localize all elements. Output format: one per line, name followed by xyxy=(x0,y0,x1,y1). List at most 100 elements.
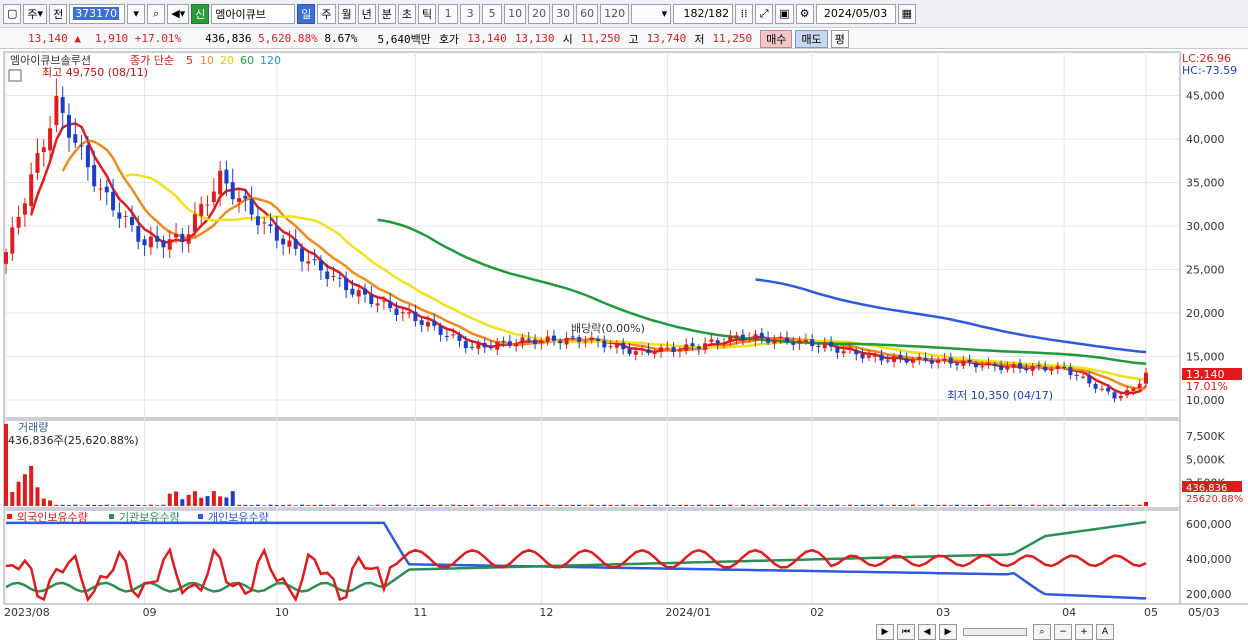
candle-body xyxy=(287,240,292,247)
candle-body xyxy=(180,233,185,242)
minus-icon[interactable]: − xyxy=(1054,624,1072,640)
first-icon[interactable]: ⏮ xyxy=(897,624,915,640)
period-month[interactable]: 월 xyxy=(337,3,356,24)
volume-bar xyxy=(614,505,619,506)
legend-ma5: 5 xyxy=(186,54,193,67)
candle-body xyxy=(470,346,475,348)
interval-20[interactable]: 20 xyxy=(528,3,551,24)
speaker-icon[interactable]: ◀▾ xyxy=(167,3,190,24)
candle-body xyxy=(281,238,286,245)
buy-button[interactable]: 매수 xyxy=(760,29,793,48)
candle-body xyxy=(300,248,305,262)
candle-body xyxy=(331,275,336,277)
sell-button[interactable]: 매도 xyxy=(795,29,828,48)
plus-icon[interactable]: + xyxy=(1075,624,1093,640)
prev-icon[interactable]: ◀ xyxy=(918,624,936,640)
interval-5[interactable]: 5 xyxy=(482,3,503,24)
candle-body xyxy=(432,320,437,326)
candle-body xyxy=(797,340,802,344)
volume-bar xyxy=(199,497,204,506)
high-annotation: 최고 49,750 (08/11) xyxy=(42,66,148,79)
period-second[interactable]: 초 xyxy=(397,3,417,24)
chart-area[interactable]: 엠아이큐브솔루션 종가 단순 5 10 20 60 120 최고 49,750 … xyxy=(0,50,1248,622)
volume-bar xyxy=(892,504,897,506)
candle-body xyxy=(671,347,676,353)
scroll-right-icon[interactable]: ▶ xyxy=(876,624,894,640)
interval-3[interactable]: 3 xyxy=(460,3,481,24)
volume-bar xyxy=(640,504,645,506)
volume-bar xyxy=(715,504,720,506)
calendar-icon[interactable]: ▦ xyxy=(897,3,916,24)
volume-bar xyxy=(608,504,613,506)
volume-bar xyxy=(841,505,846,506)
volume-bar xyxy=(249,505,254,506)
volume-bar xyxy=(539,505,544,506)
market-select[interactable]: 주 ▾ xyxy=(23,3,48,24)
next-icon[interactable]: ▶ xyxy=(939,624,957,640)
period-week[interactable]: 주 xyxy=(317,3,336,24)
candle-body xyxy=(1011,364,1016,368)
interval-1[interactable]: 1 xyxy=(438,3,459,24)
volume-bar xyxy=(224,497,229,506)
search-icon[interactable]: ⌕ xyxy=(147,3,166,24)
eval-button[interactable]: 평 xyxy=(830,29,849,48)
volume-bar xyxy=(791,504,796,506)
save-icon[interactable]: ▣ xyxy=(775,3,794,24)
interval-30[interactable]: 30 xyxy=(552,3,575,24)
current-volume-label: 436,836 xyxy=(1186,483,1227,494)
volume-bar xyxy=(1087,505,1092,506)
volume-tick-label: 5,000K xyxy=(1186,453,1225,466)
candle-body xyxy=(873,355,878,357)
candle-body xyxy=(860,354,865,359)
candle-body xyxy=(1030,366,1035,371)
window-icon[interactable]: ▢ xyxy=(3,3,22,24)
grid-icon[interactable]: ⁞⁞ xyxy=(735,3,754,24)
candle-body xyxy=(677,349,682,352)
candle-body xyxy=(602,340,607,348)
volume-bar xyxy=(709,504,714,506)
date-input[interactable]: 2024/05/03 xyxy=(815,3,896,24)
volume-bar xyxy=(690,505,695,506)
scroll-slider[interactable] xyxy=(963,628,1027,636)
candle-body xyxy=(400,312,405,314)
period-day[interactable]: 일 xyxy=(297,3,316,24)
stock-code-input[interactable]: 373170 xyxy=(69,3,126,24)
candle-body xyxy=(822,343,827,349)
volume-bar xyxy=(929,505,934,506)
data-count-field[interactable]: 182/182 xyxy=(673,3,734,24)
prev-select[interactable]: 전 xyxy=(49,3,68,24)
volume-bar xyxy=(696,504,701,506)
volume-bar xyxy=(936,504,941,506)
interval-10[interactable]: 10 xyxy=(504,3,527,24)
legend-ma120: 120 xyxy=(260,54,281,67)
stock-name-field[interactable]: 엠아이큐브 xyxy=(211,3,296,24)
table-icon[interactable] xyxy=(8,69,22,82)
volume-bar xyxy=(784,504,789,506)
font-icon[interactable]: A xyxy=(1096,624,1114,640)
period-minute[interactable]: 분 xyxy=(377,3,396,24)
candle-body xyxy=(381,300,386,302)
gear-icon[interactable]: ⚙ xyxy=(795,3,814,24)
period-tick[interactable]: 틱 xyxy=(418,3,437,24)
candle-body xyxy=(778,336,783,338)
period-year[interactable]: 년 xyxy=(357,3,376,24)
x-axis-label: 02 xyxy=(810,606,824,619)
interval-120[interactable]: 120 xyxy=(600,3,630,24)
zoom-icon[interactable]: ⌕ xyxy=(1033,624,1051,640)
volume-bar xyxy=(381,505,386,506)
candle-body xyxy=(1043,366,1048,371)
interval-60[interactable]: 60 xyxy=(576,3,599,24)
custom-interval-select[interactable]: ▾ xyxy=(631,3,672,24)
candle-body xyxy=(104,186,109,193)
volume-bar xyxy=(999,504,1004,506)
candle-body xyxy=(948,357,953,364)
candle-body xyxy=(394,308,399,315)
dividend-annotation: 배당락(0.00%) xyxy=(571,322,645,335)
dropdown-icon[interactable]: ▾ xyxy=(127,3,146,24)
volume-bar xyxy=(728,504,733,506)
candle-body xyxy=(892,356,897,362)
expand-icon[interactable]: ⤢ xyxy=(755,3,774,24)
candle-body xyxy=(904,358,909,363)
low-value: 11,250 xyxy=(712,32,753,45)
volume-bar xyxy=(136,504,141,506)
